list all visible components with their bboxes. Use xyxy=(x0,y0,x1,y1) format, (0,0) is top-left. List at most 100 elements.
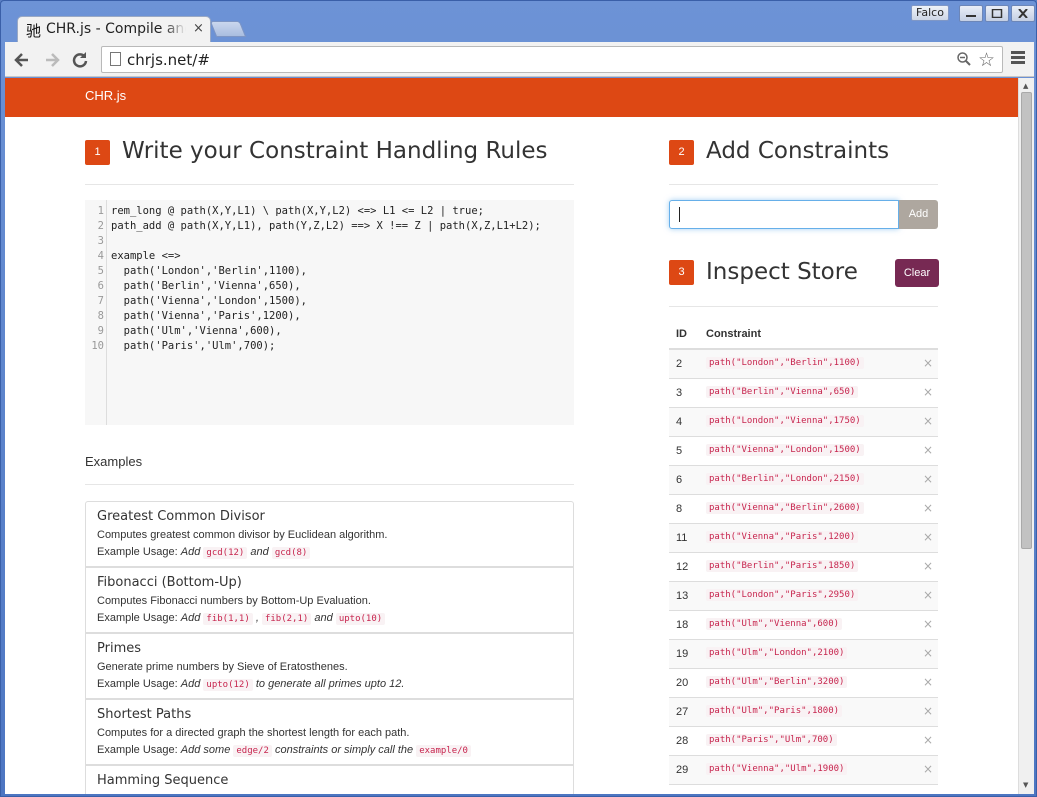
constraint-id: 5 xyxy=(676,445,683,457)
table-row: 29 path("Vienna","Ulm",1900) × xyxy=(669,756,938,785)
close-window-button[interactable] xyxy=(1011,5,1035,22)
delete-icon[interactable]: × xyxy=(923,704,933,718)
constraint-value: path("Ulm","Vienna",600) xyxy=(706,618,843,630)
url-text[interactable]: chrjs.net/# xyxy=(127,51,210,69)
example-usage: Example Usage: Add upto(12) to generate … xyxy=(97,678,404,691)
address-bar[interactable]: chrjs.net/# ☆ xyxy=(101,46,1003,73)
code-line: rem_long @ path(X,Y,L1) \ path(X,Y,L2) <… xyxy=(111,205,484,217)
divider xyxy=(669,184,938,185)
usage-label: Example Usage: xyxy=(97,678,178,690)
table-row: 11 path("Vienna","Paris",1200) × xyxy=(669,524,938,553)
favicon-icon: 驰 xyxy=(26,22,42,40)
zoom-icon[interactable] xyxy=(956,51,972,71)
constraint-id: 29 xyxy=(676,764,689,776)
usage-code[interactable]: fib(1,1) xyxy=(203,613,253,625)
usage-code[interactable]: gcd(12) xyxy=(203,547,248,559)
delete-icon[interactable]: × xyxy=(923,414,933,428)
line-number: 9 xyxy=(97,325,104,337)
line-gutter: 1 2 3 4 5 6 7 8 9 10 xyxy=(85,200,107,425)
bookmark-star-icon[interactable]: ☆ xyxy=(978,49,995,71)
delete-icon[interactable]: × xyxy=(923,443,933,457)
back-icon[interactable] xyxy=(11,49,33,71)
table-row: 2 path("London","Berlin",1100) × xyxy=(669,350,938,379)
menu-icon[interactable] xyxy=(1011,51,1025,66)
browser-toolbar: chrjs.net/# ☆ xyxy=(5,42,1034,77)
delete-icon[interactable]: × xyxy=(923,501,933,515)
code-line: path('London','Berlin',1100), xyxy=(111,265,307,277)
usage-text: Add xyxy=(180,546,201,558)
delete-icon[interactable]: × xyxy=(923,385,933,399)
constraint-input[interactable] xyxy=(669,200,899,229)
constraint-id: 27 xyxy=(676,706,689,718)
divider xyxy=(85,184,574,185)
line-number: 7 xyxy=(97,295,104,307)
constraint-id: 20 xyxy=(676,677,689,689)
constraint-id: 3 xyxy=(676,387,683,399)
maximize-button[interactable] xyxy=(985,5,1009,22)
example-title: Fibonacci (Bottom-Up) xyxy=(97,575,242,590)
profile-badge[interactable]: Falco xyxy=(911,5,949,21)
code-line: example <=> xyxy=(111,250,181,262)
delete-icon[interactable]: × xyxy=(923,733,933,747)
code-editor[interactable]: 1 2 3 4 5 6 7 8 9 10 rem_long @ path(X,Y,L1) \ pa… xyxy=(85,200,574,425)
scroll-up-icon[interactable]: ▲ xyxy=(1023,82,1028,90)
site-navbar: CHR.js xyxy=(5,78,1018,117)
constraint-value: path("Vienna","Paris",1200) xyxy=(706,531,859,543)
delete-icon[interactable]: × xyxy=(923,356,933,370)
step-badge-3: 3 xyxy=(669,260,694,285)
usage-code[interactable]: fib(2,1) xyxy=(261,613,312,625)
brand-link[interactable]: CHR.js xyxy=(85,88,126,103)
example-item[interactable]: Greatest Common Divisor Computes greatest… xyxy=(85,501,574,567)
usage-text: constraints or simply call the xyxy=(274,744,414,756)
delete-icon[interactable]: × xyxy=(923,646,933,660)
line-number: 4 xyxy=(97,250,104,262)
page-viewport: CHR.js 1 Write your Constraint Handling … xyxy=(5,78,1034,794)
scroll-thumb[interactable] xyxy=(1021,92,1032,549)
delete-icon[interactable]: × xyxy=(923,617,933,631)
line-number: 1 xyxy=(97,205,104,217)
tab-close-icon[interactable]: × xyxy=(193,21,204,36)
delete-icon[interactable]: × xyxy=(923,472,933,486)
browser-window: Falco 驰 CHR.js - Compile and Run × chrjs… xyxy=(0,0,1037,797)
line-number: 2 xyxy=(97,220,104,232)
usage-code[interactable]: gcd(8) xyxy=(271,547,311,559)
table-row: 20 path("Ulm","Berlin",3200) × xyxy=(669,669,938,698)
constraint-value: path("Berlin","London",2150) xyxy=(706,473,864,485)
example-item[interactable]: Hamming Sequence xyxy=(85,765,574,794)
constraint-id: 28 xyxy=(676,735,689,747)
scroll-down-icon[interactable]: ▼ xyxy=(1023,781,1028,789)
minimize-button[interactable] xyxy=(959,5,983,22)
constraint-value: path("Ulm","Berlin",3200) xyxy=(706,676,848,688)
usage-text: , xyxy=(255,612,259,624)
browser-tab[interactable]: 驰 CHR.js - Compile and Run × xyxy=(17,16,211,42)
usage-code[interactable]: edge/2 xyxy=(233,745,272,757)
add-button[interactable]: Add xyxy=(899,200,938,229)
usage-code[interactable]: upto(10) xyxy=(335,613,386,625)
constraint-value: path("Berlin","Paris",1850) xyxy=(706,560,859,572)
example-item[interactable]: Primes Generate prime numbers by Sieve of… xyxy=(85,633,574,699)
delete-icon[interactable]: × xyxy=(923,588,933,602)
delete-icon[interactable]: × xyxy=(923,530,933,544)
page-scrollbar[interactable]: ▲ ▼ xyxy=(1018,78,1034,794)
usage-text: and xyxy=(250,546,269,558)
code-line: path('Vienna','Paris',1200), xyxy=(111,310,301,322)
usage-text: Add xyxy=(180,678,201,690)
example-item[interactable]: Shortest Paths Computes for a directed gr… xyxy=(85,699,574,765)
usage-label: Example Usage: xyxy=(97,744,178,756)
delete-icon[interactable]: × xyxy=(923,762,933,776)
delete-icon[interactable]: × xyxy=(923,675,933,689)
forward-icon[interactable] xyxy=(41,49,63,71)
code-line: path_add @ path(X,Y,L1), path(Y,Z,L2) ==… xyxy=(111,220,541,232)
clear-button[interactable]: Clear xyxy=(895,259,939,287)
usage-code[interactable]: example/0 xyxy=(416,745,471,757)
example-item[interactable]: Fibonacci (Bottom-Up) Computes Fibonacci … xyxy=(85,567,574,633)
delete-icon[interactable]: × xyxy=(923,559,933,573)
table-row: 8 path("Vienna","Berlin",2600) × xyxy=(669,495,938,524)
column-header-constraint: Constraint xyxy=(706,328,761,340)
reload-icon[interactable] xyxy=(69,49,91,71)
usage-label: Example Usage: xyxy=(97,612,178,624)
new-tab-button[interactable] xyxy=(209,21,247,37)
example-description: Computes greatest common divisor by Eucl… xyxy=(97,529,388,541)
step-badge-2: 2 xyxy=(669,140,694,165)
usage-code[interactable]: upto(12) xyxy=(203,679,253,691)
